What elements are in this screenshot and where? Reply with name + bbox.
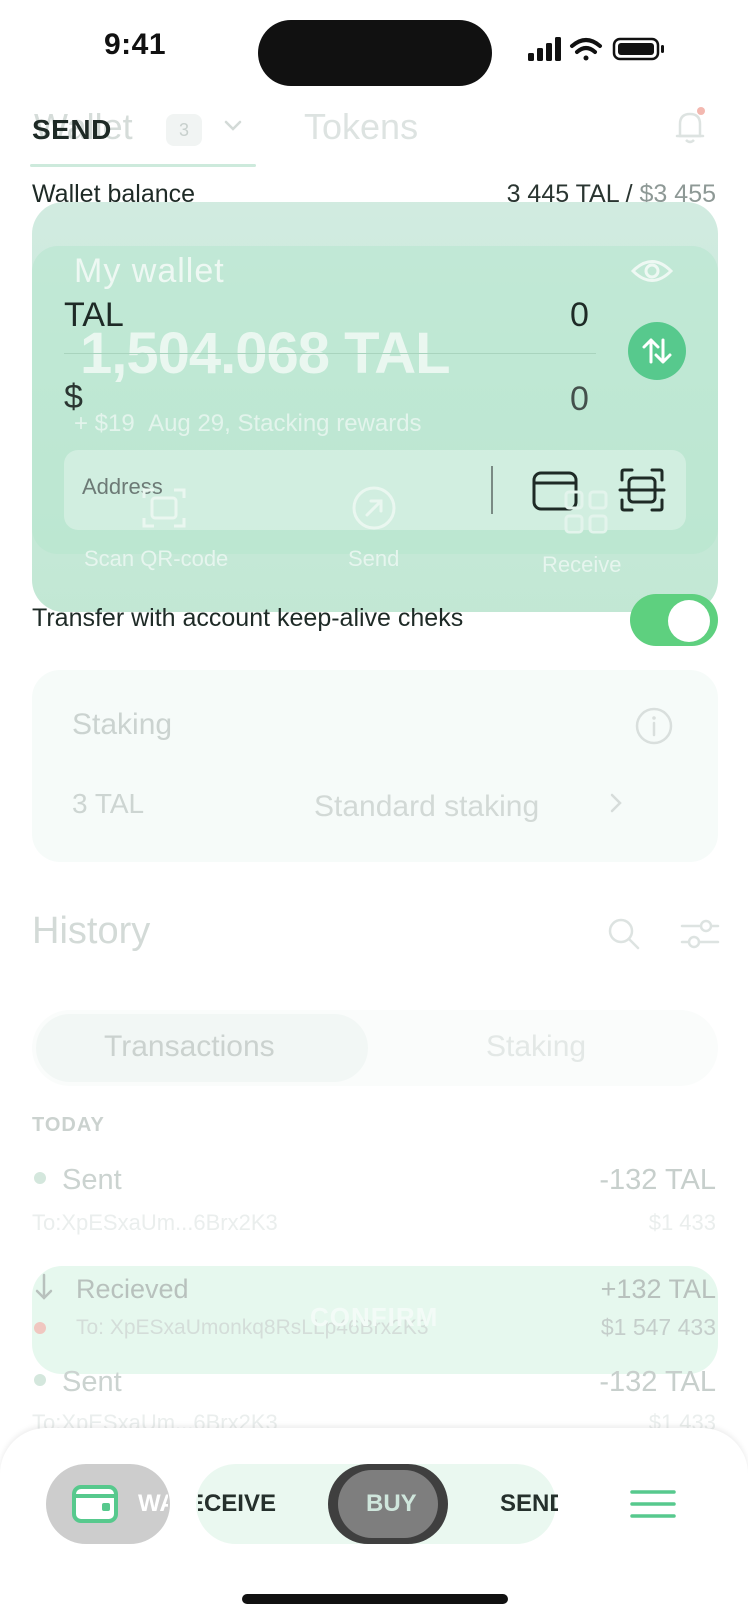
swap-currency-button[interactable] bbox=[628, 322, 686, 380]
history-title: History bbox=[32, 910, 151, 952]
tx-title[interactable]: Sent bbox=[62, 1366, 122, 1399]
row-divider bbox=[64, 353, 596, 354]
tx-usd: $1 433 bbox=[648, 1210, 716, 1235]
swap-arrows-icon bbox=[642, 338, 672, 364]
chevron-right-icon[interactable] bbox=[606, 790, 626, 816]
wallet-count-badge: 3 bbox=[166, 114, 202, 146]
token-label: TAL bbox=[64, 296, 124, 334]
tx-status-dot bbox=[34, 1374, 46, 1386]
tx-status-dot bbox=[34, 1172, 46, 1184]
segment-transactions[interactable]: Transactions bbox=[104, 1030, 275, 1064]
info-icon[interactable] bbox=[634, 706, 674, 746]
search-icon[interactable] bbox=[606, 916, 642, 952]
tx-amount: -132 TAL bbox=[599, 1366, 716, 1398]
qr-code-icon bbox=[564, 490, 608, 534]
address-separator bbox=[491, 466, 493, 514]
tab-indicator bbox=[30, 164, 256, 167]
signal-icon bbox=[528, 37, 561, 61]
segment-staking[interactable]: Staking bbox=[486, 1030, 586, 1064]
home-indicator bbox=[242, 1594, 508, 1604]
tx-usd: $1 547 433 bbox=[600, 1314, 716, 1340]
wifi-icon bbox=[570, 38, 602, 61]
ghost-scan-icon bbox=[142, 488, 186, 528]
bell-icon[interactable] bbox=[672, 106, 708, 146]
staking-card[interactable] bbox=[32, 670, 718, 862]
confirm-label: CONFIRM bbox=[310, 1302, 439, 1332]
scan-qr-icon[interactable] bbox=[618, 466, 666, 514]
usd-label: $ bbox=[64, 378, 83, 416]
battery-icon bbox=[612, 37, 664, 61]
rewards-text: Aug 29, Stacking rewards bbox=[148, 410, 422, 437]
nav-wallet-label: WALLET bbox=[138, 1490, 168, 1517]
tx-title[interactable]: Recieved bbox=[76, 1274, 189, 1305]
wallet-card-title: My wallet bbox=[74, 252, 225, 290]
tx-amount: +132 TAL bbox=[600, 1274, 716, 1304]
staking-amount: 3 TAL bbox=[72, 788, 145, 819]
token-amount-input[interactable]: 0 bbox=[570, 296, 589, 335]
toggle-knob bbox=[668, 600, 710, 642]
filter-icon[interactable] bbox=[680, 916, 720, 952]
arrow-down-icon bbox=[35, 1273, 53, 1300]
date-group-label: TODAY bbox=[32, 1114, 105, 1136]
nav-send-button[interactable]: SEND bbox=[500, 1490, 558, 1518]
status-time: 9:41 bbox=[104, 28, 167, 61]
send-label[interactable]: Send bbox=[348, 546, 399, 572]
eye-icon[interactable] bbox=[630, 256, 674, 286]
tx-address: To:XpESxaUm...6Brx2K3 bbox=[32, 1210, 278, 1235]
receive-label[interactable]: Receive bbox=[542, 552, 621, 578]
tx-status-dot bbox=[34, 1322, 46, 1334]
chevron-down-icon[interactable] bbox=[222, 114, 244, 136]
menu-icon[interactable] bbox=[630, 1488, 676, 1520]
tx-amount: -132 TAL bbox=[599, 1164, 716, 1196]
rewards-change: + $19 bbox=[74, 410, 135, 437]
tab-tokens[interactable]: Tokens bbox=[304, 106, 418, 148]
usd-amount-input[interactable]: 0 bbox=[570, 380, 589, 419]
nav-buy-label: BUY bbox=[366, 1490, 417, 1517]
status-icons bbox=[528, 37, 664, 61]
tx-title[interactable]: Sent bbox=[62, 1164, 122, 1197]
scan-qr-label[interactable]: Scan QR-code bbox=[84, 546, 228, 572]
nav-receive-button[interactable]: RECEIVE bbox=[198, 1490, 276, 1518]
page-title: SEND bbox=[32, 114, 112, 145]
keep-alive-label: Transfer with account keep-alive cheks bbox=[32, 604, 464, 632]
dynamic-island bbox=[258, 20, 492, 86]
send-arrow-icon bbox=[352, 486, 396, 530]
wallet-card-rewards: + $19 Aug 29, Stacking rewards bbox=[74, 410, 422, 438]
staking-title: Staking bbox=[72, 708, 173, 741]
staking-type: Standard staking bbox=[314, 790, 540, 823]
wallet-icon bbox=[72, 1485, 118, 1523]
